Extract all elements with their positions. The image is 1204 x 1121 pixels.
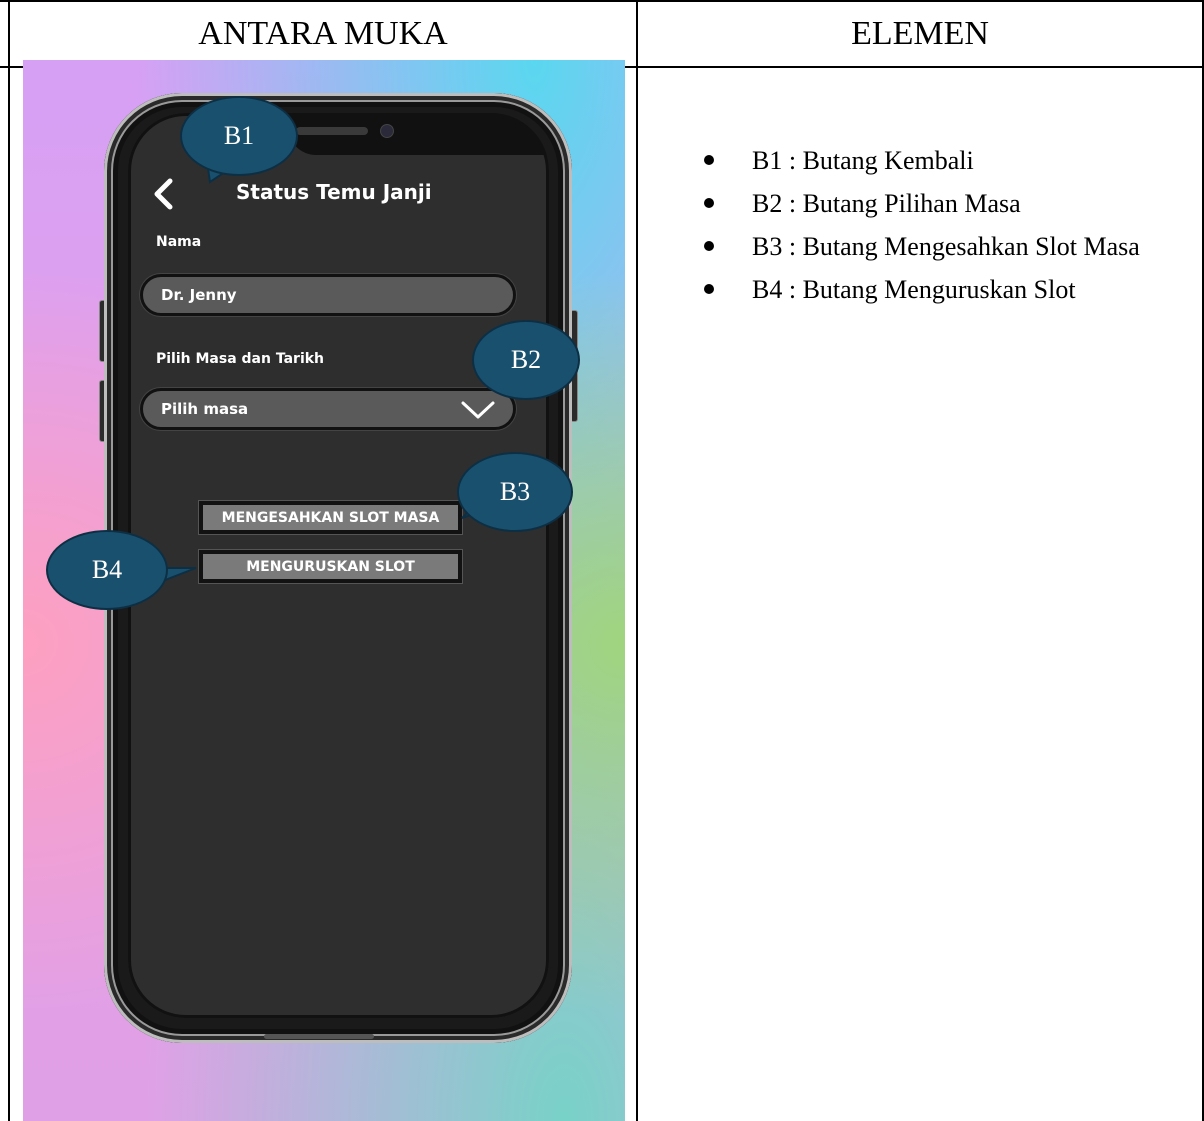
bullet-icon [704, 241, 714, 251]
bullet-icon [704, 284, 714, 294]
list-item: B3 : Butang Mengesahkan Slot Masa [700, 226, 1170, 267]
element-list: B1 : Butang Kembali B2 : Butang Pilihan … [700, 140, 1170, 312]
list-item: B4 : Butang Menguruskan Slot [700, 269, 1170, 310]
callout-b2: B2 [472, 320, 580, 400]
callout-b3: B3 [457, 452, 573, 532]
bullet-icon [704, 198, 714, 208]
list-item: B1 : Butang Kembali [700, 140, 1170, 181]
callout-b1: B1 [180, 96, 298, 176]
list-item: B2 : Butang Pilihan Masa [700, 183, 1170, 224]
callout-b4: B4 [46, 530, 168, 610]
bullet-icon [704, 155, 714, 165]
